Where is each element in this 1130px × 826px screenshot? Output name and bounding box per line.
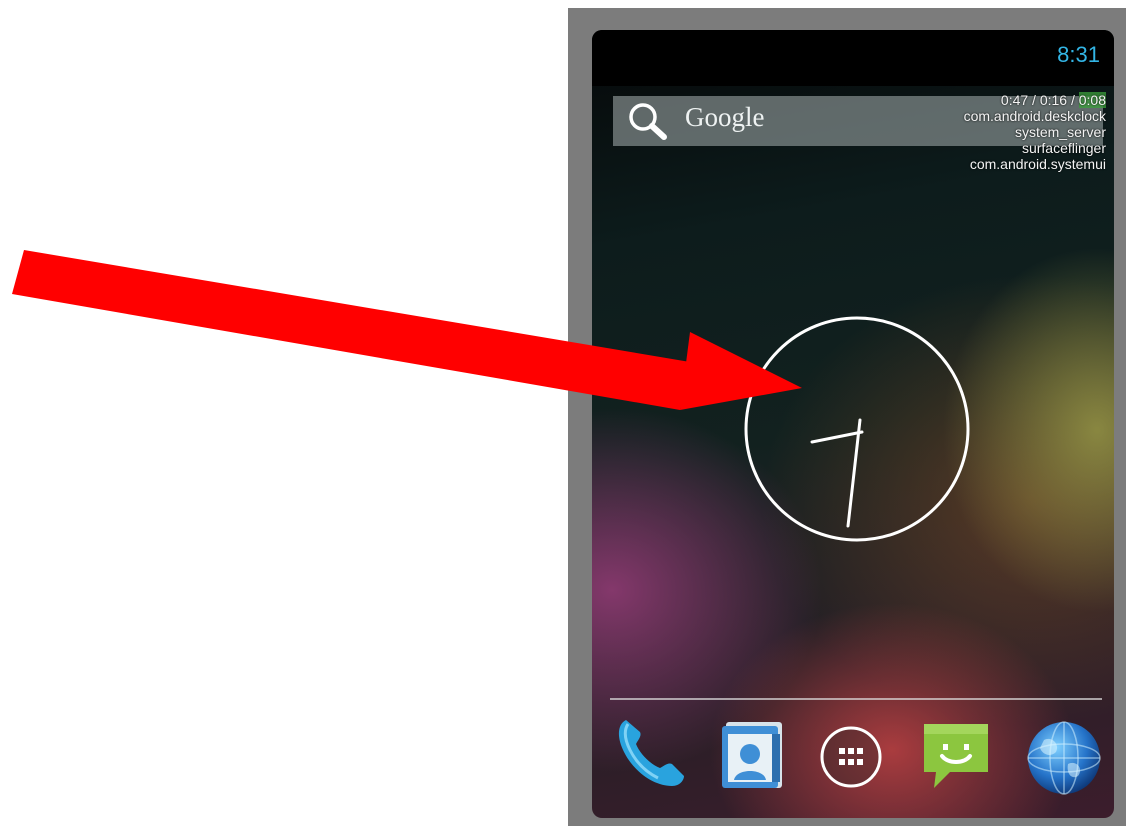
home-screen: 8:31 Google 0:47 / 0:16 / 0:08 com.andro… — [592, 30, 1114, 818]
status-bar: 8:31 — [592, 30, 1114, 86]
cpu-usage-overlay: 0:47 / 0:16 / 0:08 com.android.deskclock… — [964, 92, 1106, 172]
messaging-icon[interactable] — [920, 720, 992, 792]
all-apps-icon[interactable] — [818, 724, 884, 790]
browser-icon[interactable] — [1022, 718, 1102, 798]
phone-icon[interactable] — [614, 714, 688, 790]
search-icon — [629, 103, 667, 140]
process-item: system_server — [1014, 124, 1106, 140]
status-time: 8:31 — [1057, 42, 1100, 67]
clock-hour-hand — [810, 430, 864, 444]
cpu-load-values: 0:47 / 0:16 / — [1000, 92, 1075, 108]
search-label: Google — [685, 102, 765, 132]
device-frame: 8:31 Google 0:47 / 0:16 / 0:08 com.andro… — [568, 8, 1126, 826]
process-item: com.android.deskclock — [963, 108, 1106, 124]
process-item: surfaceflinger — [1021, 140, 1106, 156]
cpu-load-line: 0:47 / 0:16 / 0:08 — [964, 92, 1106, 108]
process-item: com.android.systemui — [969, 156, 1106, 172]
contacts-icon[interactable] — [720, 720, 786, 790]
analog-clock-widget[interactable] — [744, 316, 970, 542]
cpu-load-highlight: 0:08 — [1078, 92, 1106, 108]
dock-divider — [610, 698, 1102, 700]
